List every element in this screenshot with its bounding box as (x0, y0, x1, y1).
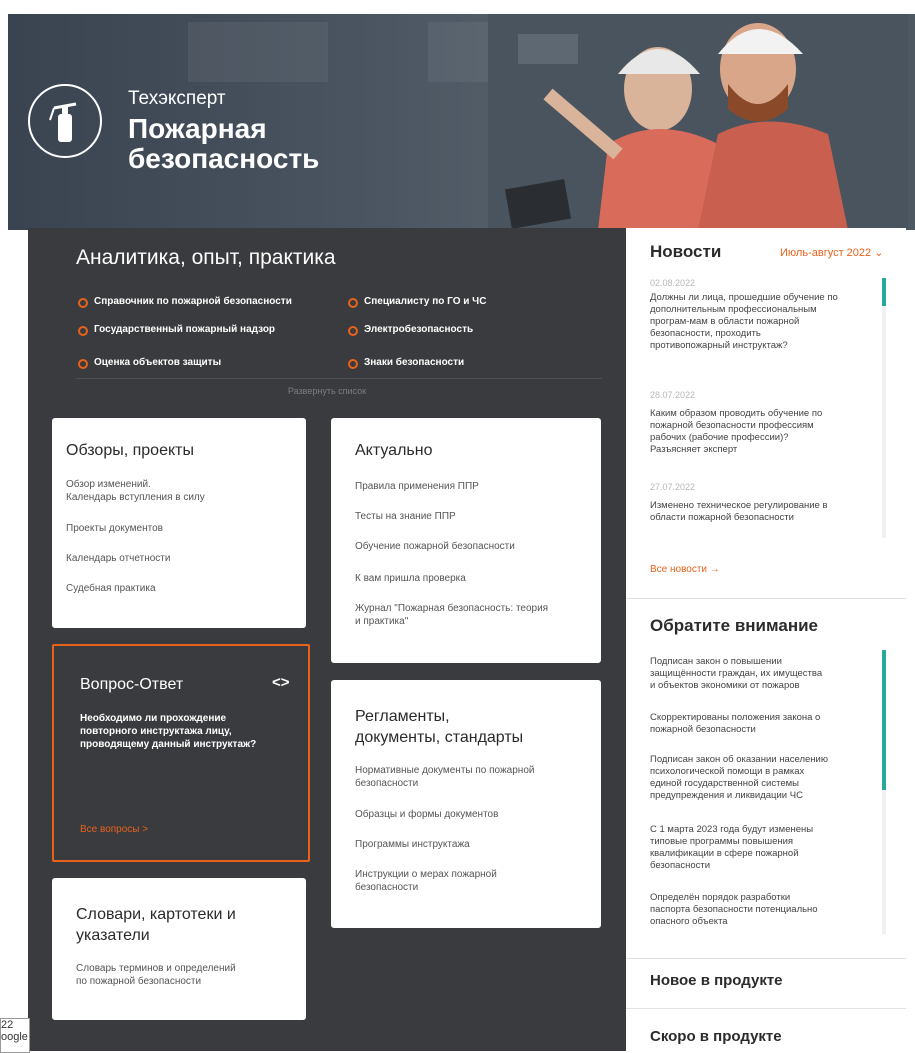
divider (626, 1008, 906, 1009)
actual-link-training[interactable]: Обучение пожарной безопасности (355, 540, 515, 553)
link-safety-signs[interactable]: Знаки безопасности (346, 357, 464, 369)
corner-widget: 22 oogle (0, 1018, 30, 1053)
regulations-link-programs[interactable]: Программы инструктажа (355, 838, 470, 851)
attention-item[interactable]: С 1 марта 2023 года будут изменены типовы… (650, 824, 872, 872)
actual-link-ppr-tests[interactable]: Тесты на знание ППР (355, 510, 456, 523)
link-object-assessment[interactable]: Оценка объектов защиты (76, 357, 221, 369)
new-in-product-title[interactable]: Новое в продукте (650, 972, 783, 989)
attention-item[interactable]: Подписан закон о повышении защищённости г… (650, 656, 872, 692)
link-electrical-safety[interactable]: Электробезопасность (346, 324, 473, 336)
news-date: 02.08.2022 (650, 278, 696, 288)
hero-banner: Техэксперт Пожарная безопасность (8, 14, 915, 230)
news-title: Новости (650, 242, 722, 261)
news-date: 27.07.2022 (650, 482, 696, 492)
news-period-select[interactable]: Июль-август 2022 ⌄ (780, 246, 883, 259)
bullet-icon (78, 298, 88, 308)
news-item[interactable]: Должны ли лица, прошедшие обучение по доп… (650, 292, 872, 352)
reviews-card: Обзоры, проекты Обзор изменений. Календар… (52, 418, 306, 628)
link-civil-defense[interactable]: Специалисту по ГО и ЧС (346, 296, 486, 308)
bullet-icon (78, 326, 88, 336)
page-title: Пожарная безопасность (128, 113, 320, 174)
analytics-title: Аналитика, опыт, практика (76, 246, 336, 269)
link-state-fire-supervision[interactable]: Государственный пожарный надзор (76, 324, 275, 336)
all-news-link[interactable]: Все новости → (650, 564, 720, 575)
reviews-link-reporting[interactable]: Календарь отчетности (66, 552, 170, 565)
bullet-icon (78, 359, 88, 369)
regulations-link-normative[interactable]: Нормативные документы по пожарной безопас… (355, 764, 534, 790)
news-date: 28.07.2022 (650, 390, 696, 400)
main-panel: Аналитика, опыт, практика Справочник по … (28, 228, 626, 1051)
regulations-link-forms[interactable]: Образцы и формы документов (355, 808, 498, 821)
reviews-title: Обзоры, проекты (66, 442, 194, 459)
divider (626, 958, 906, 959)
regulations-link-instructions[interactable]: Инструкции о мерах пожарной безопасности (355, 868, 497, 894)
bullet-icon (348, 298, 358, 308)
attention-item[interactable]: Определён порядок разработки паспорта без… (650, 892, 872, 928)
news-scrollbar[interactable] (882, 278, 886, 538)
regulations-card: Регламенты, документы, стандарты Нормати… (331, 680, 601, 928)
qa-question[interactable]: Необходимо ли прохождение повторного инс… (80, 712, 256, 751)
sidebar: Новости Июль-август 2022 ⌄ 02.08.2022 До… (626, 228, 906, 1051)
attention-item[interactable]: Подписан закон об оказании населению псих… (650, 754, 872, 802)
attention-item[interactable]: Скорректированы положения закона о пожарн… (650, 712, 872, 736)
brand-name: Техэксперт (128, 88, 226, 109)
actual-link-journal[interactable]: Журнал "Пожарная безопасность: теория и п… (355, 602, 548, 628)
bullet-icon (348, 359, 358, 369)
dictionaries-card: Словари, картотеки и указатели Словарь т… (52, 878, 306, 1020)
attention-scroll-thumb[interactable] (882, 650, 886, 790)
news-item[interactable]: Каким образом проводить обучение по пожар… (650, 408, 872, 456)
news-scroll-thumb[interactable] (882, 278, 886, 306)
expand-list-link[interactable]: Развернуть список (28, 386, 626, 396)
dictionaries-title: Словари, картотеки и указатели (76, 906, 236, 944)
news-item[interactable]: Изменено техническое регулирование в обла… (650, 500, 872, 524)
reviews-link-changes[interactable]: Обзор изменений. Календарь вступления в с… (66, 478, 205, 504)
attention-title: Обратите внимание (650, 616, 818, 635)
reviews-link-court-practice[interactable]: Судебная практика (66, 582, 156, 595)
actual-link-inspection[interactable]: К вам пришла проверка (355, 572, 466, 585)
reviews-link-drafts[interactable]: Проекты документов (66, 522, 163, 535)
chevron-down-icon: ⌄ (874, 247, 884, 259)
actual-card: Актуально Правила применения ППР Тесты н… (331, 418, 601, 663)
divider (76, 378, 602, 379)
dictionaries-link-glossary[interactable]: Словарь терминов и определений по пожарно… (76, 962, 236, 988)
qa-nav-icon[interactable]: <> (272, 674, 290, 691)
chevron-right-icon: > (142, 824, 149, 835)
actual-title: Актуально (355, 442, 433, 459)
all-questions-link[interactable]: Все вопросы > (80, 824, 148, 835)
bullet-icon (348, 326, 358, 336)
regulations-title: Регламенты, документы, стандарты (355, 708, 524, 746)
link-fire-safety-guide[interactable]: Справочник по пожарной безопасности (76, 296, 292, 308)
actual-link-ppr-rules[interactable]: Правила применения ППР (355, 480, 479, 493)
qa-card: Вопрос-Ответ <> Необходимо ли прохождени… (52, 644, 310, 862)
divider (626, 598, 906, 599)
fire-extinguisher-logo-icon (28, 84, 102, 158)
hero-people-image (488, 14, 908, 230)
soon-in-product-title[interactable]: Скоро в продукте (650, 1028, 782, 1045)
hero-bg-panel (188, 22, 328, 82)
qa-title: Вопрос-Ответ (80, 676, 184, 693)
